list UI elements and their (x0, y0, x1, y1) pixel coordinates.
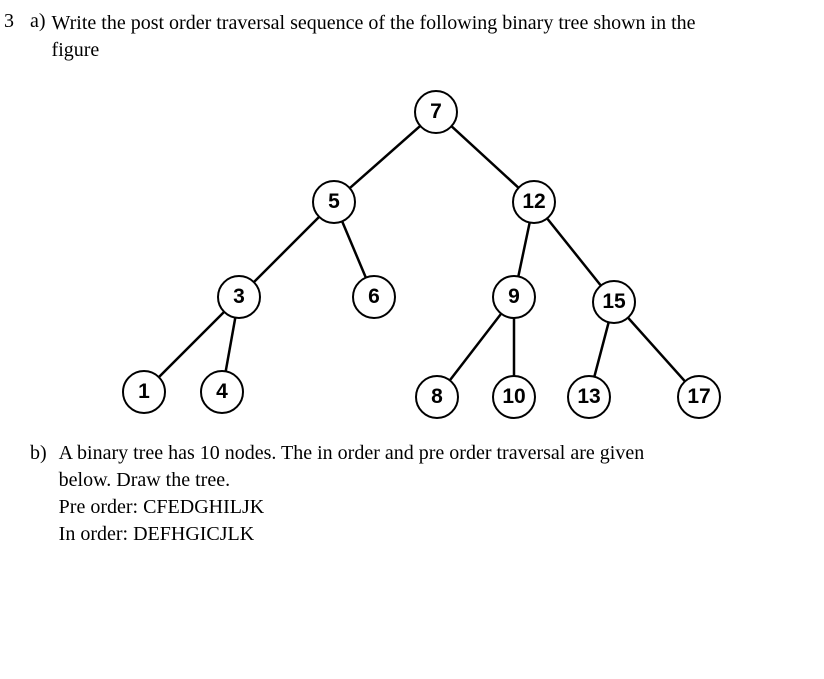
tree-node-8: 8 (415, 375, 459, 419)
tree-node-9: 9 (492, 275, 536, 319)
part-a-text: Write the post order traversal sequence … (52, 10, 696, 64)
tree-node-15: 15 (592, 280, 636, 324)
question-content: a) Write the post order traversal sequen… (30, 10, 804, 70)
tree-node-13: 13 (567, 375, 611, 419)
part-b: b) A binary tree has 10 nodes. The in or… (0, 440, 824, 548)
part-b-first-line: b) A binary tree has 10 nodes. The in or… (30, 440, 804, 548)
preorder-label: Pre order: (59, 496, 143, 518)
part-a-line1: Write the post order traversal sequence … (52, 12, 696, 34)
part-b-label: b) (30, 440, 47, 548)
tree-node-7: 7 (414, 90, 458, 134)
tree-node-5: 5 (312, 180, 356, 224)
part-b-text: A binary tree has 10 nodes. The in order… (59, 440, 645, 548)
part-a-line2: figure (52, 39, 100, 61)
part-b-line2: below. Draw the tree. (59, 469, 230, 491)
tree-node-10: 10 (492, 375, 536, 419)
tree-node-4: 4 (200, 370, 244, 414)
question-number: 3 (0, 10, 30, 70)
binary-tree-diagram: 7 5 12 3 6 9 15 1 4 8 10 13 17 (32, 80, 792, 420)
part-b-line1: A binary tree has 10 nodes. The in order… (59, 442, 645, 464)
part-a-label: a) (30, 10, 46, 64)
tree-node-12: 12 (512, 180, 556, 224)
tree-node-6: 6 (352, 275, 396, 319)
inorder-label: In order: (59, 523, 133, 545)
part-a: a) Write the post order traversal sequen… (30, 10, 804, 64)
tree-edges (32, 80, 792, 420)
tree-node-1: 1 (122, 370, 166, 414)
inorder-value: DEFHGICJLK (133, 523, 254, 545)
question-3: 3 a) Write the post order traversal sequ… (0, 0, 824, 70)
tree-node-17: 17 (677, 375, 721, 419)
preorder-value: CFEDGHILJK (143, 496, 264, 518)
tree-node-3: 3 (217, 275, 261, 319)
